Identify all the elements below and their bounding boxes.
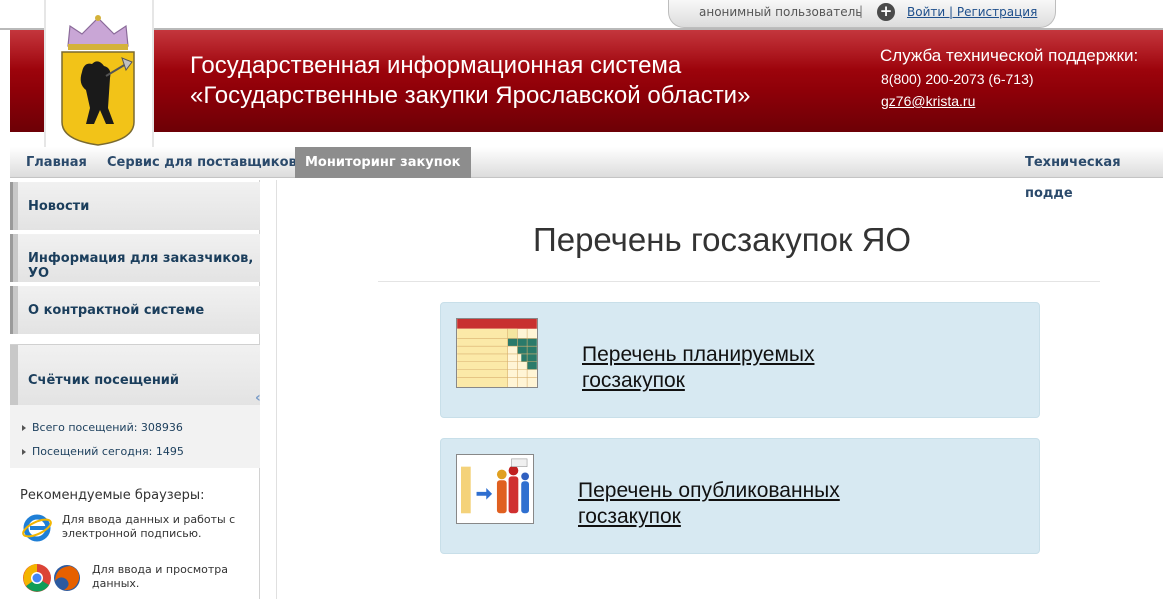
sidebar-item-label: Новости <box>28 199 90 214</box>
login-register-link[interactable]: Войти | Регистрация <box>907 5 1037 19</box>
internet-explorer-icon[interactable] <box>22 513 52 543</box>
plus-icon[interactable]: + <box>877 3 895 21</box>
visits-today-text: Посещений сегодня: 1495 <box>32 445 184 458</box>
sidebar-item-news[interactable]: Новости <box>10 182 260 230</box>
visits-total-text: Всего посещений: 308936 <box>32 421 183 434</box>
visit-counter-header: Счётчик посещений <box>10 345 260 405</box>
visit-counter: Счётчик посещений Всего посещений: 30893… <box>10 344 260 468</box>
recommended-browsers-title: Рекомендуемые браузеры: <box>20 488 205 503</box>
sidebar-item-customers-info[interactable]: Информация для заказчиков, УО <box>10 234 260 282</box>
planned-table-icon <box>456 318 538 388</box>
anonymous-user-label: анонимный пользователь <box>699 5 863 19</box>
login-tab: анонимный пользователь | + Войти | Регис… <box>668 0 1056 28</box>
system-title-line1: Государственная информационная система <box>190 52 682 79</box>
nav-home[interactable]: Главная <box>26 147 87 178</box>
firefox-icon[interactable] <box>52 563 82 593</box>
nav-procurement-monitoring[interactable]: Мониторинг закупок <box>295 147 471 178</box>
top-strip: анонимный пользователь | + Войти | Регис… <box>0 0 1163 30</box>
collapse-sidebar-icon[interactable]: ‹ <box>255 390 267 410</box>
support-title: Служба технической поддержки: <box>880 46 1139 65</box>
sidebar-item-contract-system[interactable]: О контрактной системе <box>10 286 260 334</box>
login-separator: | <box>859 4 864 18</box>
visit-counter-title: Счётчик посещений <box>28 373 180 388</box>
sidebar-item-label: О контрактной системе <box>28 303 205 318</box>
published-figures-icon <box>456 454 534 524</box>
title-divider <box>378 281 1100 282</box>
nav-supplier-service[interactable]: Сервис для поставщиков <box>107 147 297 178</box>
support-email-link[interactable]: gz76@krista.ru <box>881 93 975 109</box>
planned-procurements-card[interactable]: Перечень планируемых госзакупок <box>440 302 1040 418</box>
chrome-icon[interactable] <box>22 563 52 593</box>
support-phone: 8(800) 200-2073 (6-713) <box>881 71 1034 87</box>
sidebar-item-label: Информация для заказчиков, УО <box>28 251 254 281</box>
ie-description: Для ввода данных и работы с электронной … <box>62 513 236 540</box>
visits-today: Посещений сегодня: 1495 <box>22 445 184 458</box>
nav-tech-support[interactable]: Техническая подде <box>1025 147 1163 201</box>
published-procurements-link[interactable]: Перечень опубликованных госзакупок <box>578 478 840 530</box>
other-browsers-description: Для ввода и просмотра данных. <box>92 563 229 590</box>
system-title-line2: «Государственные закупки Ярославской обл… <box>190 82 751 109</box>
bullet-arrow-icon <box>22 449 26 455</box>
planned-procurements-link[interactable]: Перечень планируемых госзакупок <box>582 342 814 394</box>
visits-total: Всего посещений: 308936 <box>22 421 183 434</box>
bullet-arrow-icon <box>22 425 26 431</box>
main-nav: Главная Сервис для поставщиков Мониторин… <box>10 147 1163 201</box>
published-procurements-card[interactable]: Перечень опубликованных госзакупок <box>440 438 1040 554</box>
coat-of-arms-icon[interactable] <box>60 12 136 146</box>
page-title: Перечень госзакупок ЯО <box>533 221 912 258</box>
